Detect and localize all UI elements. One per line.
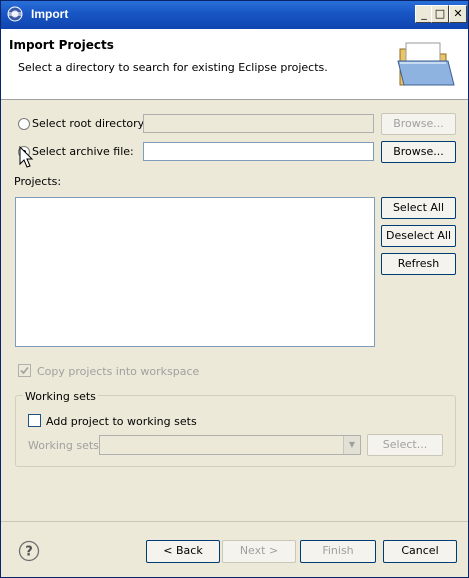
- deselect-all-button[interactable]: Deselect All: [381, 225, 456, 247]
- working-sets-label: Working sets:: [28, 439, 103, 452]
- projects-label: Projects:: [14, 175, 62, 188]
- archive-file-input[interactable]: [143, 142, 374, 161]
- window-title: Import: [31, 7, 69, 21]
- page-description: Select a directory to search for existin…: [18, 61, 328, 74]
- help-icon[interactable]: ?: [18, 540, 40, 562]
- add-to-working-sets-checkbox[interactable]: [28, 414, 41, 427]
- copy-projects-checkbox[interactable]: [18, 364, 31, 377]
- cancel-button[interactable]: Cancel: [383, 540, 457, 563]
- finish-button[interactable]: Finish: [300, 540, 376, 563]
- title-bar[interactable]: Import _ □ ✕: [1, 1, 468, 29]
- working-sets-legend: Working sets: [23, 390, 98, 403]
- refresh-button[interactable]: Refresh: [381, 253, 456, 275]
- root-browse-button[interactable]: Browse...: [381, 113, 456, 135]
- select-all-button[interactable]: Select All: [381, 197, 456, 219]
- root-directory-label: Select root directory:: [32, 117, 148, 130]
- add-to-working-sets-label: Add project to working sets: [46, 415, 197, 428]
- next-button[interactable]: Next >: [222, 540, 296, 563]
- working-sets-combo[interactable]: ▼: [99, 435, 361, 455]
- archive-file-label: Select archive file:: [32, 145, 134, 158]
- root-directory-radio[interactable]: [18, 118, 30, 130]
- page-title: Import Projects: [9, 38, 114, 52]
- copy-projects-label: Copy projects into workspace: [37, 365, 200, 378]
- import-dialog: Import _ □ ✕ Import Projects Select a di…: [0, 0, 469, 578]
- checkmark-icon: [20, 366, 29, 375]
- root-directory-input[interactable]: [143, 114, 374, 133]
- eclipse-app-icon: [7, 6, 23, 22]
- svg-text:?: ?: [25, 545, 33, 560]
- folder-icon: [397, 42, 455, 86]
- wizard-header: Import Projects Select a directory to se…: [1, 29, 468, 100]
- working-sets-group: [15, 395, 456, 467]
- working-sets-select-button[interactable]: Select...: [367, 434, 443, 456]
- archive-browse-button[interactable]: Browse...: [381, 141, 456, 163]
- footer-separator: [1, 521, 468, 522]
- mouse-pointer-icon: [19, 146, 34, 168]
- chevron-down-icon[interactable]: ▼: [343, 436, 360, 454]
- projects-list[interactable]: [15, 197, 375, 347]
- back-button[interactable]: < Back: [146, 540, 220, 563]
- close-button[interactable]: ✕: [449, 5, 467, 23]
- maximize-button[interactable]: □: [431, 5, 449, 23]
